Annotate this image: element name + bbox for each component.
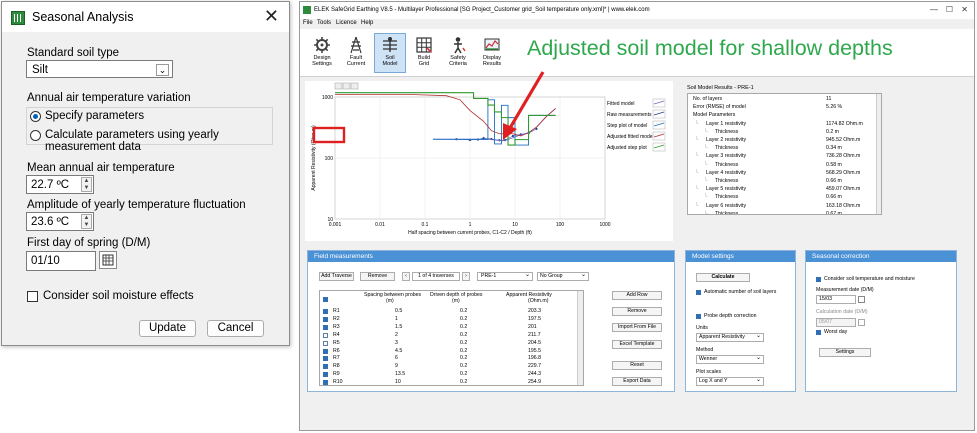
annotation-arrow-line	[508, 71, 545, 129]
annotation-overlay	[312, 71, 545, 144]
highlight-box	[312, 126, 346, 144]
screenshot-root: Seasonal Analysis ✕ Standard soil type S…	[0, 0, 977, 433]
